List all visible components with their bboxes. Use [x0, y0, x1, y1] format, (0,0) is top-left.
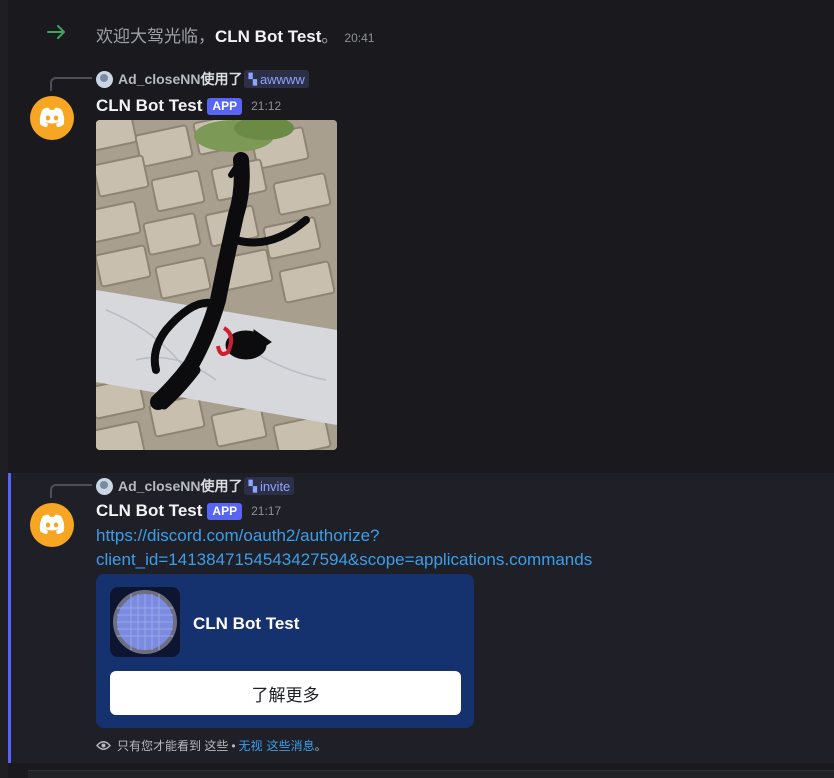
embed-bot-icon [110, 587, 180, 657]
oauth-link-line-2[interactable]: client_id=1413847154543427594&scope=appl… [96, 550, 592, 569]
link-embed-card: CLN Bot Test 了解更多 [96, 574, 474, 728]
system-join-message: 欢迎大驾光临，CLN Bot Test。 20:41 [8, 16, 834, 50]
timestamp[interactable]: 21:17 [251, 504, 281, 518]
author-name[interactable]: CLN Bot Test [96, 96, 202, 116]
globe-avatar-icon [113, 590, 177, 654]
slash-command-icon: ▚ [248, 480, 257, 493]
message-header: CLN Bot Test APP 21:12 [96, 96, 281, 116]
timestamp[interactable]: 21:12 [251, 99, 281, 113]
reply-username[interactable]: Ad_closeNN [118, 478, 200, 494]
dismiss-suffix: 。 [314, 739, 327, 753]
eye-icon [96, 741, 111, 750]
avatar[interactable] [96, 70, 113, 88]
timestamp[interactable]: 20:41 [344, 31, 374, 45]
app-badge: APP [207, 502, 243, 520]
command-reply-context[interactable]: Ad_closeNN 使用了 ▚ awwww [96, 69, 309, 89]
ephemeral-text: 只有您才能看到 这些 [117, 739, 229, 753]
ephemeral-notice: 只有您才能看到 这些 • 无视 这些消息 。 [96, 737, 327, 754]
left-strip [0, 0, 8, 777]
separator-dot: • [231, 738, 236, 753]
app-badge: APP [207, 97, 243, 115]
reply-used-label: 使用了 [200, 71, 243, 87]
slash-command-chip[interactable]: ▚ awwww [244, 70, 309, 88]
slash-command-chip[interactable]: ▚ invite [244, 477, 295, 495]
system-join-text: 欢迎大驾光临，CLN Bot Test。 20:41 [96, 22, 374, 47]
join-suffix: 。 [321, 27, 339, 46]
join-arrow-icon [47, 25, 65, 39]
black-cat-photo [96, 120, 337, 450]
command-name: awwww [259, 71, 305, 87]
reply-connector [50, 77, 92, 91]
command-name: invite [259, 478, 291, 494]
bot-avatar[interactable] [30, 96, 74, 140]
dismiss-link-prefix[interactable]: 无视 [239, 737, 263, 754]
author-name[interactable]: CLN Bot Test [96, 501, 202, 521]
slash-command-icon: ▚ [248, 73, 257, 86]
discord-logo-icon [39, 514, 65, 534]
bot-avatar[interactable] [30, 503, 74, 547]
discord-logo-icon [39, 107, 65, 127]
embed-title: CLN Bot Test [193, 614, 300, 633]
learn-more-button[interactable]: 了解更多 [110, 671, 461, 715]
dismiss-message-link[interactable]: 这些消息 [267, 737, 315, 754]
reply-username[interactable]: Ad_closeNN [118, 71, 200, 87]
message-header: CLN Bot Test APP 21:17 [96, 501, 281, 521]
command-reply-context[interactable]: Ad_closeNN 使用了 ▚ invite [96, 476, 295, 496]
avatar[interactable] [96, 477, 113, 495]
join-prefix: 欢迎大驾光临， [96, 27, 215, 46]
oauth-link-line-1[interactable]: https://discord.com/oauth2/authorize? [96, 526, 380, 545]
reply-connector [50, 484, 92, 498]
chat-message-list: 欢迎大驾光临，CLN Bot Test。 20:41 Ad_closeNN 使用了… [8, 0, 834, 778]
image-attachment[interactable] [96, 120, 337, 450]
oauth-link[interactable]: https://discord.com/oauth2/authorize? cl… [96, 524, 592, 572]
joined-user-name[interactable]: CLN Bot Test [215, 27, 321, 46]
reply-used-label: 使用了 [200, 478, 243, 494]
